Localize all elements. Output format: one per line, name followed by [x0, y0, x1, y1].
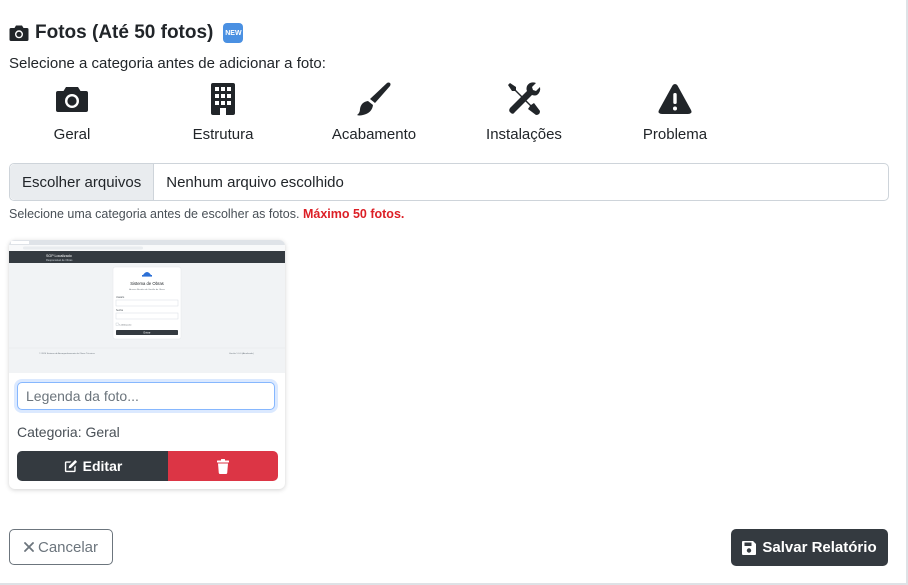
close-icon: [24, 542, 34, 552]
category-instruction: Selecione a categoria antes de adicionar…: [9, 55, 326, 72]
thumbnail-remember-label: Lembrar-me: [120, 323, 133, 326]
edit-photo-label: Editar: [82, 458, 123, 474]
thumbnail-field2-label: Senha: [116, 309, 124, 312]
section-title-text: Fotos (Até 50 fotos): [35, 22, 214, 43]
thumbnail-login-button: Entrar: [143, 331, 150, 335]
delete-photo-button[interactable]: [168, 451, 278, 481]
camera-icon: [9, 25, 29, 41]
camera-icon: [56, 87, 88, 112]
upload-hint-text: Selecione uma categoria antes de escolhe…: [9, 207, 300, 221]
photo-card: SGP Localizado Responsável de Obras Sist…: [9, 240, 285, 489]
save-icon: [742, 540, 757, 555]
edit-icon: [64, 459, 77, 472]
thumbnail-header-title: SGP Localizado: [46, 254, 72, 258]
choose-files-button[interactable]: Escolher arquivos: [10, 164, 155, 200]
save-report-label: Salvar Relatório: [762, 539, 877, 556]
category-label: Geral: [53, 126, 91, 143]
cancel-button[interactable]: Cancelar: [9, 529, 113, 565]
new-badge: NEW: [223, 23, 244, 43]
thumbnail-footer-right: Versão 1.0.0 (Atualizado): [229, 352, 254, 355]
category-estrutura[interactable]: Estrutura: [158, 80, 288, 143]
thumbnail-login-title: Sistema de Obras: [130, 281, 164, 286]
thumbnail-login-subtitle: Acesso Restrito de Gestão de Obras: [129, 288, 166, 291]
thumbnail-footer-left: © 2024 Sistema de Acompanhamento de Obra…: [39, 352, 96, 355]
save-report-button[interactable]: Salvar Relatório: [731, 529, 888, 566]
cancel-label: Cancelar: [37, 538, 99, 556]
photo-caption-input[interactable]: [17, 382, 275, 410]
warning-icon: [658, 84, 692, 114]
thumbnail-header-subtitle: Responsável de Obras: [46, 258, 73, 262]
category-acabamento[interactable]: Acabamento: [309, 80, 439, 143]
trash-icon: [217, 458, 229, 474]
file-input[interactable]: Escolher arquivos Nenhum arquivo escolhi…: [9, 163, 889, 201]
building-icon: [211, 83, 235, 115]
tools-icon: [508, 82, 541, 115]
category-label: Estrutura: [192, 126, 254, 143]
section-title: Fotos (Até 50 fotos) NEW: [9, 20, 244, 46]
thumbnail-field1-label: Usuário: [116, 296, 125, 299]
thumbnail-screenshot: SGP Localizado Responsável de Obras Sist…: [9, 240, 285, 373]
category-selector: Geral Estrutura Acabamento Instalações P…: [0, 80, 760, 150]
category-label: Instalações: [486, 126, 562, 143]
category-problema[interactable]: Problema: [610, 80, 740, 143]
max-photos-warning: Máximo 50 fotos.: [302, 207, 405, 221]
photo-category: Categoria: Geral: [17, 424, 120, 440]
category-geral[interactable]: Geral: [7, 80, 137, 143]
category-instalacoes[interactable]: Instalações: [459, 80, 589, 143]
paint-brush-icon: [357, 82, 391, 116]
photo-thumbnail[interactable]: SGP Localizado Responsável de Obras Sist…: [9, 240, 285, 373]
upload-hint: Selecione uma categoria antes de escolhe…: [9, 207, 404, 221]
category-label: Problema: [642, 126, 708, 143]
edit-photo-button[interactable]: Editar: [17, 451, 168, 481]
file-status: Nenhum arquivo escolhido: [166, 173, 344, 191]
category-label: Acabamento: [331, 126, 417, 143]
